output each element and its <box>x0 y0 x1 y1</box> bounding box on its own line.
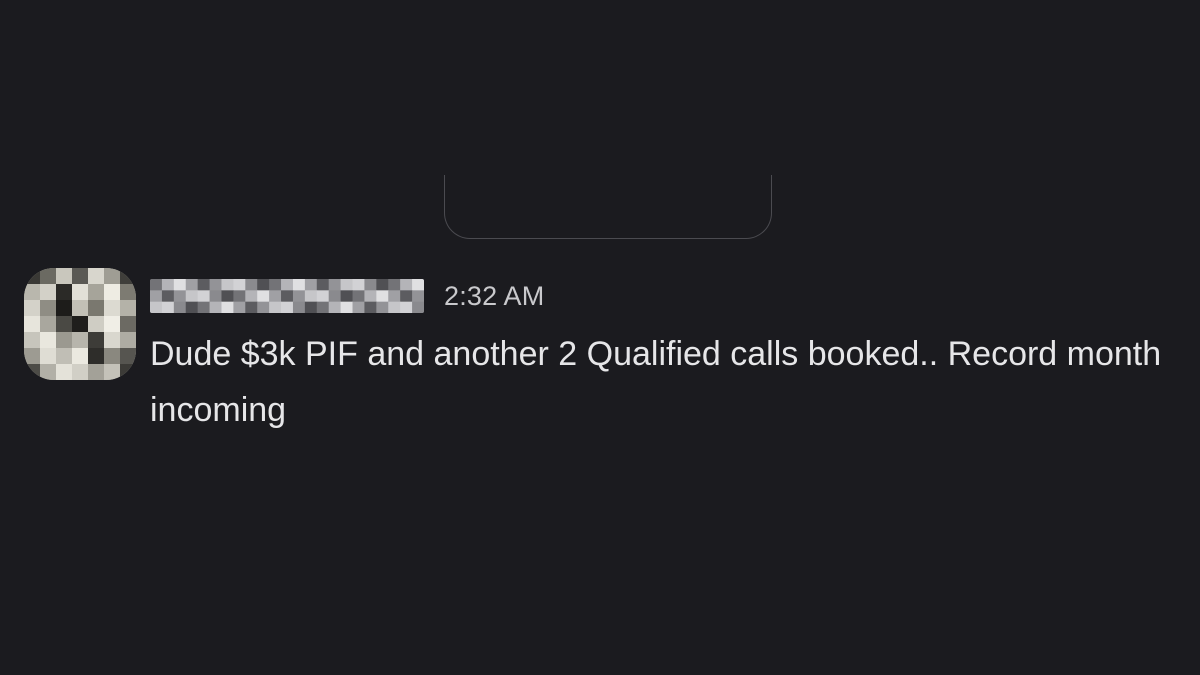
pixelated-name-blur <box>150 279 424 313</box>
chat-screen: 2:32 AM Dude $3k PIF and another 2 Quali… <box>0 0 1200 675</box>
new-messages-divider <box>444 175 772 239</box>
message-body: 2:32 AM Dude $3k PIF and another 2 Quali… <box>150 268 1184 438</box>
pixelated-avatar-image <box>24 268 136 380</box>
message-timestamp[interactable]: 2:32 AM <box>444 281 544 312</box>
message-header: 2:32 AM <box>150 268 1184 324</box>
sender-name-blurred[interactable] <box>150 279 424 313</box>
avatar[interactable] <box>24 268 136 380</box>
message-text: Dude $3k PIF and another 2 Qualified cal… <box>150 335 1162 429</box>
